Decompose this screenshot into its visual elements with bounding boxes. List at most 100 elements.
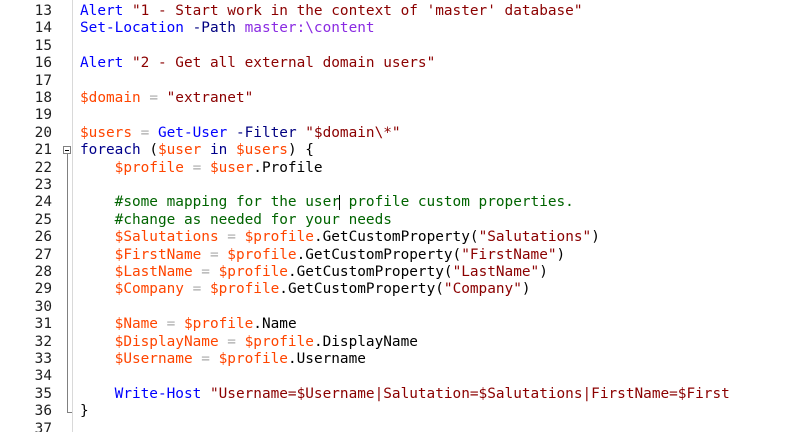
code-line[interactable]: 25 #change as needed for your needs [0,212,810,229]
line-number: 36 [34,403,52,420]
code-line[interactable]: 20 $users = Get-User -Filter "$domain\*" [0,125,810,142]
code-line[interactable]: 15 [0,38,810,55]
code-text[interactable]: Write-Host "Username=$Username|Salutatio… [80,386,730,403]
line-number: 33 [34,351,52,367]
line-number: 19 [34,107,52,124]
code-token: $profile [209,351,288,367]
code-line[interactable]: 16 Alert "2 - Get all external domain use… [0,55,810,72]
code-token: ) [539,264,548,280]
line-number: 25 [34,211,52,228]
code-text[interactable]: $Company = $profile.GetCustomProperty("C… [80,281,531,298]
code-line[interactable]: 14 Set-Location -Path master:\content [0,20,810,37]
code-line[interactable]: 24 #some mapping for the user profile cu… [0,194,810,211]
code-text[interactable]: Alert "2 - Get all external domain users… [80,55,435,72]
code-token: $Name [80,316,158,333]
code-token: } [80,403,89,420]
code-line[interactable]: 36} [0,403,810,420]
code-token: $Company [80,281,184,298]
collapse-toggle-icon[interactable] [63,146,71,155]
line-number: 23 [34,177,52,193]
code-text[interactable]: Set-Location -Path master:\content [80,20,375,37]
code-token: .Username [287,351,366,367]
code-editor[interactable]: 13 Alert "1 - Start work in the context o… [0,0,810,432]
code-token: "Company" [443,281,522,298]
line-number: 35 [34,385,52,402]
code-line[interactable]: 23 [0,177,810,194]
code-token: ) [556,246,566,263]
code-token: $profile [175,316,254,333]
code-token: "1 - Start work in the context of 'maste… [123,3,583,19]
code-token: Get-User [149,124,228,141]
line-number: 26 [34,229,52,246]
code-token: $profile [235,333,314,350]
code-text[interactable]: } [80,403,89,420]
code-line[interactable]: 17 [0,73,810,90]
code-line[interactable]: 19 [0,107,810,124]
code-text[interactable]: $users = Get-User -Filter "$domain\*" [80,125,401,142]
code-line[interactable]: 32 $DisplayName = $profile.DisplayName [0,334,810,351]
code-token: #some mapping for the user [80,194,340,211]
code-line[interactable]: 35 Write-Host "Username=$Username|Saluta… [0,386,810,403]
code-token: .Name [253,316,297,333]
code-text[interactable]: #some mapping for the user profile custo… [80,194,574,211]
code-text[interactable]: $Username = $profile.Username [80,351,366,368]
line-number: 21 [34,142,52,159]
code-text[interactable]: $Name = $profile.Name [80,316,297,333]
code-token: $profile [201,281,280,298]
code-text[interactable]: $domain = "extranet" [80,90,253,107]
code-line[interactable]: 30 [0,299,810,316]
code-token: = [218,229,236,246]
code-line[interactable]: 33 $Username = $profile.Username [0,351,810,368]
code-token: = [157,316,176,333]
code-token: = [192,351,210,367]
code-token: "Salutations" [478,229,592,246]
code-line[interactable]: 27 $FirstName = $profile.GetCustomProper… [0,247,810,264]
code-token: $domain [80,90,141,106]
code-line[interactable]: 22 $profile = $user.Profile [0,160,810,177]
code-token: -Filter [227,124,297,141]
code-line[interactable]: 18 $domain = "extranet" [0,90,810,107]
code-text[interactable]: $FirstName = $profile.GetCustomProperty(… [80,246,566,264]
code-text[interactable]: $LastName = $profile.GetCustomProperty("… [80,264,548,281]
code-line[interactable]: 29 $Company = $profile.GetCustomProperty… [0,281,810,298]
line-number: 37 [34,420,52,432]
code-token: .DisplayName [313,333,418,350]
code-token: .Profile [253,159,323,176]
code-text[interactable]: $DisplayName = $profile.DisplayName [80,334,418,351]
code-token: Set-Location [80,20,184,37]
code-token: ) [591,229,600,246]
code-text[interactable]: $profile = $user.Profile [80,160,323,177]
line-number: 14 [34,20,52,37]
line-number: 29 [34,281,52,298]
code-token: ) { [287,142,314,159]
code-token: .GetCustomProperty( [313,229,479,246]
code-token: Alert [80,55,124,72]
code-line[interactable]: 13 Alert "1 - Start work in the context o… [0,3,810,20]
code-token: "Username=$Username|Salutation=$Salutati… [201,385,730,402]
code-text[interactable]: #change as needed for your needs [80,212,392,229]
code-text[interactable]: foreach ($user in $users) { [80,142,314,159]
code-token: = [140,90,158,106]
line-number: 17 [34,72,52,89]
code-token: "2 - Get all external domain users" [123,55,436,72]
code-token: = [131,124,150,141]
code-line[interactable]: 21 foreach ($user in $users) { [0,142,810,159]
code-token: $users [227,142,288,159]
code-line[interactable]: 34 [0,368,810,385]
code-line[interactable]: 31 $Name = $profile.Name [0,316,810,333]
code-line[interactable]: 37 [0,421,810,432]
code-token: $LastName [80,264,193,280]
code-token: $profile [235,229,314,246]
code-token: in [201,142,228,159]
line-number: 31 [34,316,52,333]
code-line[interactable]: 26 $Salutations = $profile.GetCustomProp… [0,229,810,246]
code-token: = [192,264,210,280]
fold-region-line [67,154,68,413]
code-text[interactable]: Alert "1 - Start work in the context of … [80,3,583,20]
code-token: $FirstName [80,246,202,263]
code-line[interactable]: 28 $LastName = $profile.GetCustomPropert… [0,264,810,281]
code-token: "$domain\*" [296,124,401,141]
code-token: = [201,246,219,263]
code-text[interactable]: $Salutations = $profile.GetCustomPropert… [80,229,600,246]
code-token: -Path [183,20,236,37]
